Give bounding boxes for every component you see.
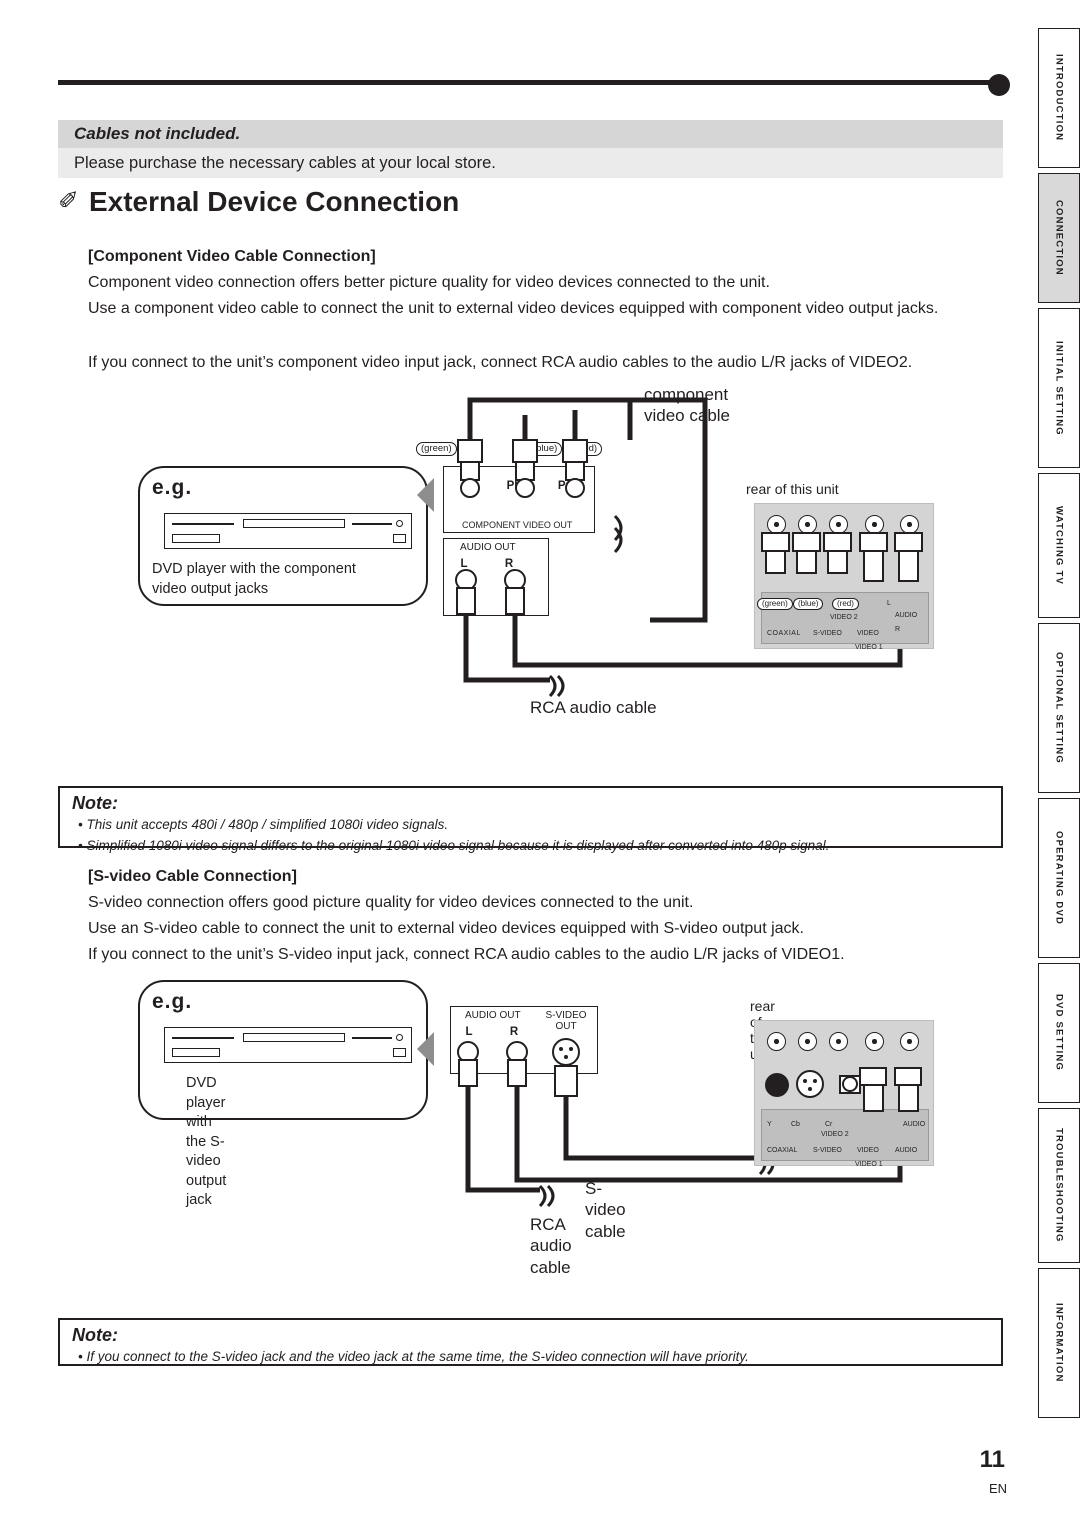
component-dvd-line-right — [352, 523, 392, 525]
header-rule — [58, 80, 1003, 85]
svideo-out-label: S-VIDEO OUT — [545, 1010, 587, 1032]
sidebar-item-initial-setting[interactable]: INITIAL SETTING — [1038, 308, 1080, 468]
component-dvd-knob — [396, 520, 403, 527]
page-language: EN — [988, 1481, 1007, 1496]
cables-notice-subtitle: Please purchase the necessary cables at … — [58, 148, 1003, 178]
svideo-rear-plugs — [796, 1067, 922, 1112]
svideo-paragraph-2: Use an S-video cable to connect the unit… — [88, 920, 804, 937]
sidebar-item-label: INITIAL SETTING — [1053, 340, 1065, 436]
component-rear-color-red: (red) — [832, 598, 859, 610]
note-1-label: Note: — [72, 793, 118, 813]
page-number: 11 — [979, 1446, 1005, 1473]
svideo-arrow-icon — [417, 1032, 434, 1066]
component-dvd-button — [393, 534, 406, 543]
sidebar-item-label: TROUBLESHOOTING — [1053, 1128, 1065, 1243]
component-rear-color-green: (green) — [757, 598, 793, 610]
sidebar-item-optional-setting[interactable]: OPTIONAL SETTING — [1038, 623, 1080, 793]
sidebar-item-label: OPERATING DVD — [1053, 830, 1065, 926]
sidebar-item-label: OPTIONAL SETTING — [1053, 652, 1065, 764]
svideo-dvd-button — [393, 1048, 406, 1057]
svideo-paragraph-1: S-video connection offers good picture q… — [88, 894, 694, 911]
component-paragraph-3: If you connect to the unit’s component v… — [88, 354, 913, 371]
sidebar-item-label: DVD SETTING — [1053, 994, 1065, 1072]
component-rear-plugs — [761, 532, 923, 582]
svideo-dvd-display — [172, 1048, 220, 1057]
note-2-line-1: • If you connect to the S-video jack and… — [78, 1349, 749, 1364]
component-dvd-caption: DVD player with the component video outp… — [152, 561, 356, 597]
svideo-dvd-knob — [396, 1034, 403, 1041]
sidebar-item-operating-dvd[interactable]: OPERATING DVD — [1038, 798, 1080, 958]
component-rear-color-blue: (blue) — [793, 598, 824, 610]
svideo-audio-out-label: AUDIO OUT — [465, 1010, 521, 1021]
note-1-line-2: • Simplified 1080i video signal differs … — [78, 838, 830, 854]
sidebar-item-dvd-setting[interactable]: DVD SETTING — [1038, 963, 1080, 1103]
note-box-1: Note: • This unit accepts 480i / 480p / … — [58, 786, 1003, 853]
note-2-label: Note: — [72, 1325, 118, 1345]
svideo-eg-label: e.g. — [152, 990, 193, 1013]
svideo-dvd-tray — [243, 1033, 345, 1042]
note-1-line-1: • This unit accepts 480i / 480p / simpli… — [78, 817, 449, 832]
cables-notice-band: Cables not included. Please purchase the… — [58, 120, 1003, 178]
component-dvd-line-left — [172, 523, 234, 525]
svideo-section-title: [S-video Cable Connection] — [88, 868, 297, 885]
sidebar-item-label: INFORMATION — [1053, 1303, 1065, 1383]
sidebar-item-introduction[interactable]: INTRODUCTION — [1038, 28, 1080, 168]
component-dvd-tray — [243, 519, 345, 528]
sidebar-item-connection[interactable]: CONNECTION — [1038, 173, 1080, 303]
svideo-paragraph-3: If you connect to the unit’s S-video inp… — [88, 946, 845, 963]
component-section-title: [Component Video Cable Connection] — [88, 248, 376, 265]
pencil-icon: ✐ — [58, 187, 79, 215]
sidebar-item-label: INTRODUCTION — [1053, 54, 1065, 142]
cables-notice-title: Cables not included. — [58, 120, 1003, 148]
page-title: ✐ External Device Connection — [58, 186, 459, 218]
sidebar-item-label: WATCHING TV — [1053, 506, 1065, 585]
component-paragraph-1: Component video connection offers better… — [88, 274, 770, 291]
sidebar-item-label: CONNECTION — [1053, 200, 1065, 276]
svideo-dvd-line-right — [352, 1037, 392, 1039]
svideo-dvd-line-left — [172, 1037, 234, 1039]
svideo-dvd-caption: DVD player with the S-video output jack — [186, 1075, 227, 1209]
component-dvd-display — [172, 534, 220, 543]
sidebar-item-information[interactable]: INFORMATION — [1038, 1268, 1080, 1418]
component-paragraph-2: Use a component video cable to connect t… — [88, 300, 939, 317]
sidebar-item-watching-tv[interactable]: WATCHING TV — [1038, 473, 1080, 618]
side-tab-rail: INTRODUCTION CONNECTION INITIAL SETTING … — [1036, 28, 1080, 1418]
page-title-text: External Device Connection — [88, 186, 460, 217]
header-dot — [988, 74, 1010, 96]
note-box-2: Note: • If you connect to the S-video ja… — [58, 1318, 1003, 1366]
component-eg-label: e.g. — [152, 476, 193, 499]
sidebar-item-troubleshooting[interactable]: TROUBLESHOOTING — [1038, 1108, 1080, 1263]
